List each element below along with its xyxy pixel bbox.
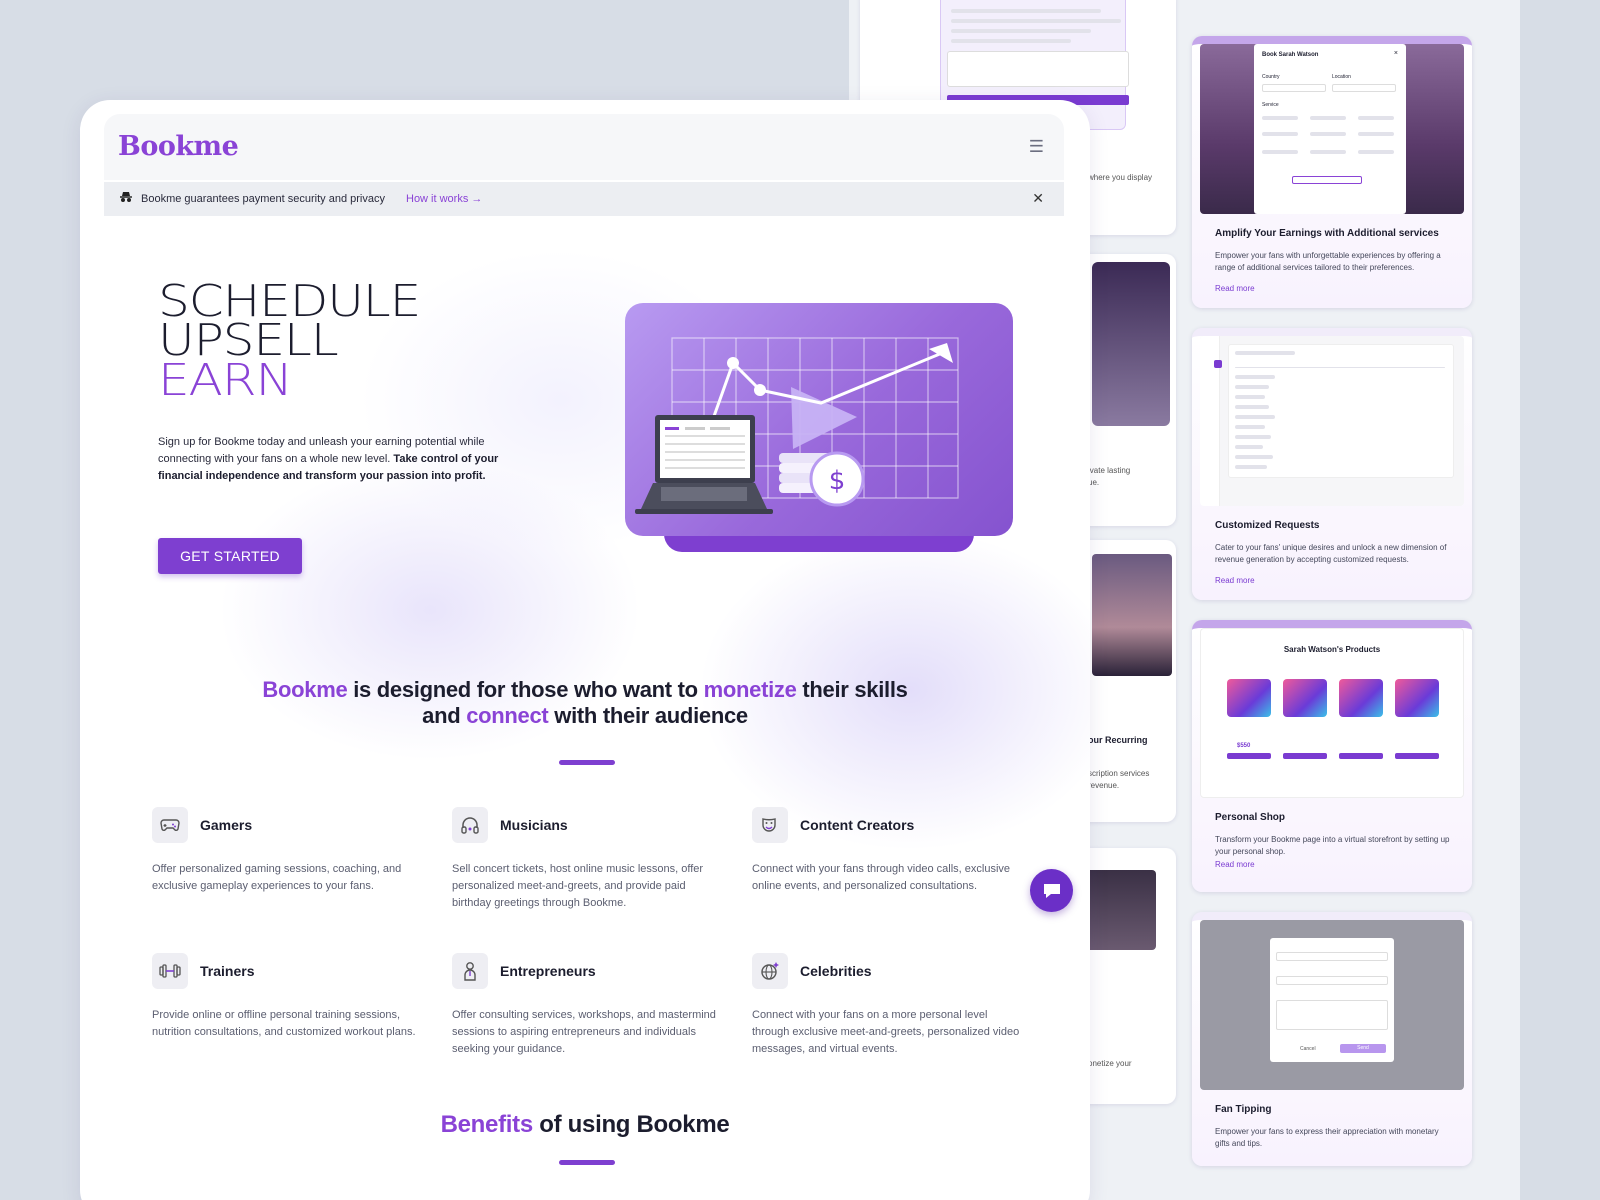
- how-it-works-link[interactable]: How it works →: [406, 193, 482, 205]
- get-started-button[interactable]: GET STARTED: [158, 538, 302, 574]
- mid-fragment-g: onetize your: [1088, 1059, 1132, 1068]
- read-more-link[interactable]: Read more: [1215, 860, 1255, 869]
- security-notice: Bookme guarantees payment security and p…: [104, 182, 1064, 216]
- benefits-underline: [559, 1160, 615, 1165]
- card-additional-services: Book Sarah Watson × Country Location Ser…: [1192, 36, 1472, 308]
- svg-text:$: $: [829, 466, 846, 496]
- person-icon: [452, 953, 488, 989]
- hero-illustration: $: [625, 303, 1013, 536]
- tip-modal: Cancel Send: [1270, 938, 1394, 1062]
- mid-fragment-e: scription services revenue.: [1088, 769, 1150, 790]
- dumbbell-icon: [152, 953, 188, 989]
- mid-fragment-d: our Recurring: [1088, 735, 1148, 745]
- landing-page: Bookme ☰ Bookme guarantees payment secur…: [80, 100, 1090, 1200]
- read-more-link[interactable]: Read more: [1215, 576, 1255, 585]
- tagline: Bookme is designed for those who want to…: [262, 677, 908, 728]
- chat-button[interactable]: [1030, 869, 1073, 912]
- card-personal-shop: Sarah Watson's Products $550 Personal Sh…: [1192, 620, 1472, 892]
- tagline-underline: [559, 760, 615, 765]
- mid-fragment-b: ivate lasting ue.: [1088, 466, 1131, 487]
- globe-sparkle-icon: [752, 953, 788, 989]
- headphones-icon: [452, 807, 488, 843]
- logo[interactable]: Bookme: [118, 131, 239, 162]
- benefits-heading: Benefits of using Bookme: [440, 1111, 730, 1138]
- masks-icon: [752, 807, 788, 843]
- close-icon[interactable]: ✕: [1032, 190, 1044, 207]
- growth-chart-illustration: $: [635, 337, 959, 514]
- hamburger-menu-icon[interactable]: ☰: [1029, 137, 1044, 157]
- site-header: Bookme ☰: [104, 114, 1064, 180]
- hero-line-earn: EARN: [158, 355, 293, 406]
- chat-bubble-icon: [1043, 883, 1060, 898]
- incognito-icon: [119, 191, 133, 206]
- read-more-link[interactable]: Read more: [1215, 284, 1255, 293]
- card-customized-requests: Customized Requests Cater to your fans' …: [1192, 328, 1472, 600]
- gamepad-icon: [152, 807, 188, 843]
- mid-fragment-a: where you display: [1088, 173, 1153, 182]
- card-fan-tipping: Cancel Send Fan Tipping Empower your fan…: [1192, 912, 1472, 1166]
- booking-modal: Book Sarah Watson × Country Location Ser…: [1254, 44, 1406, 214]
- hero-lead: Sign up for Bookme today and unleash you…: [158, 436, 499, 483]
